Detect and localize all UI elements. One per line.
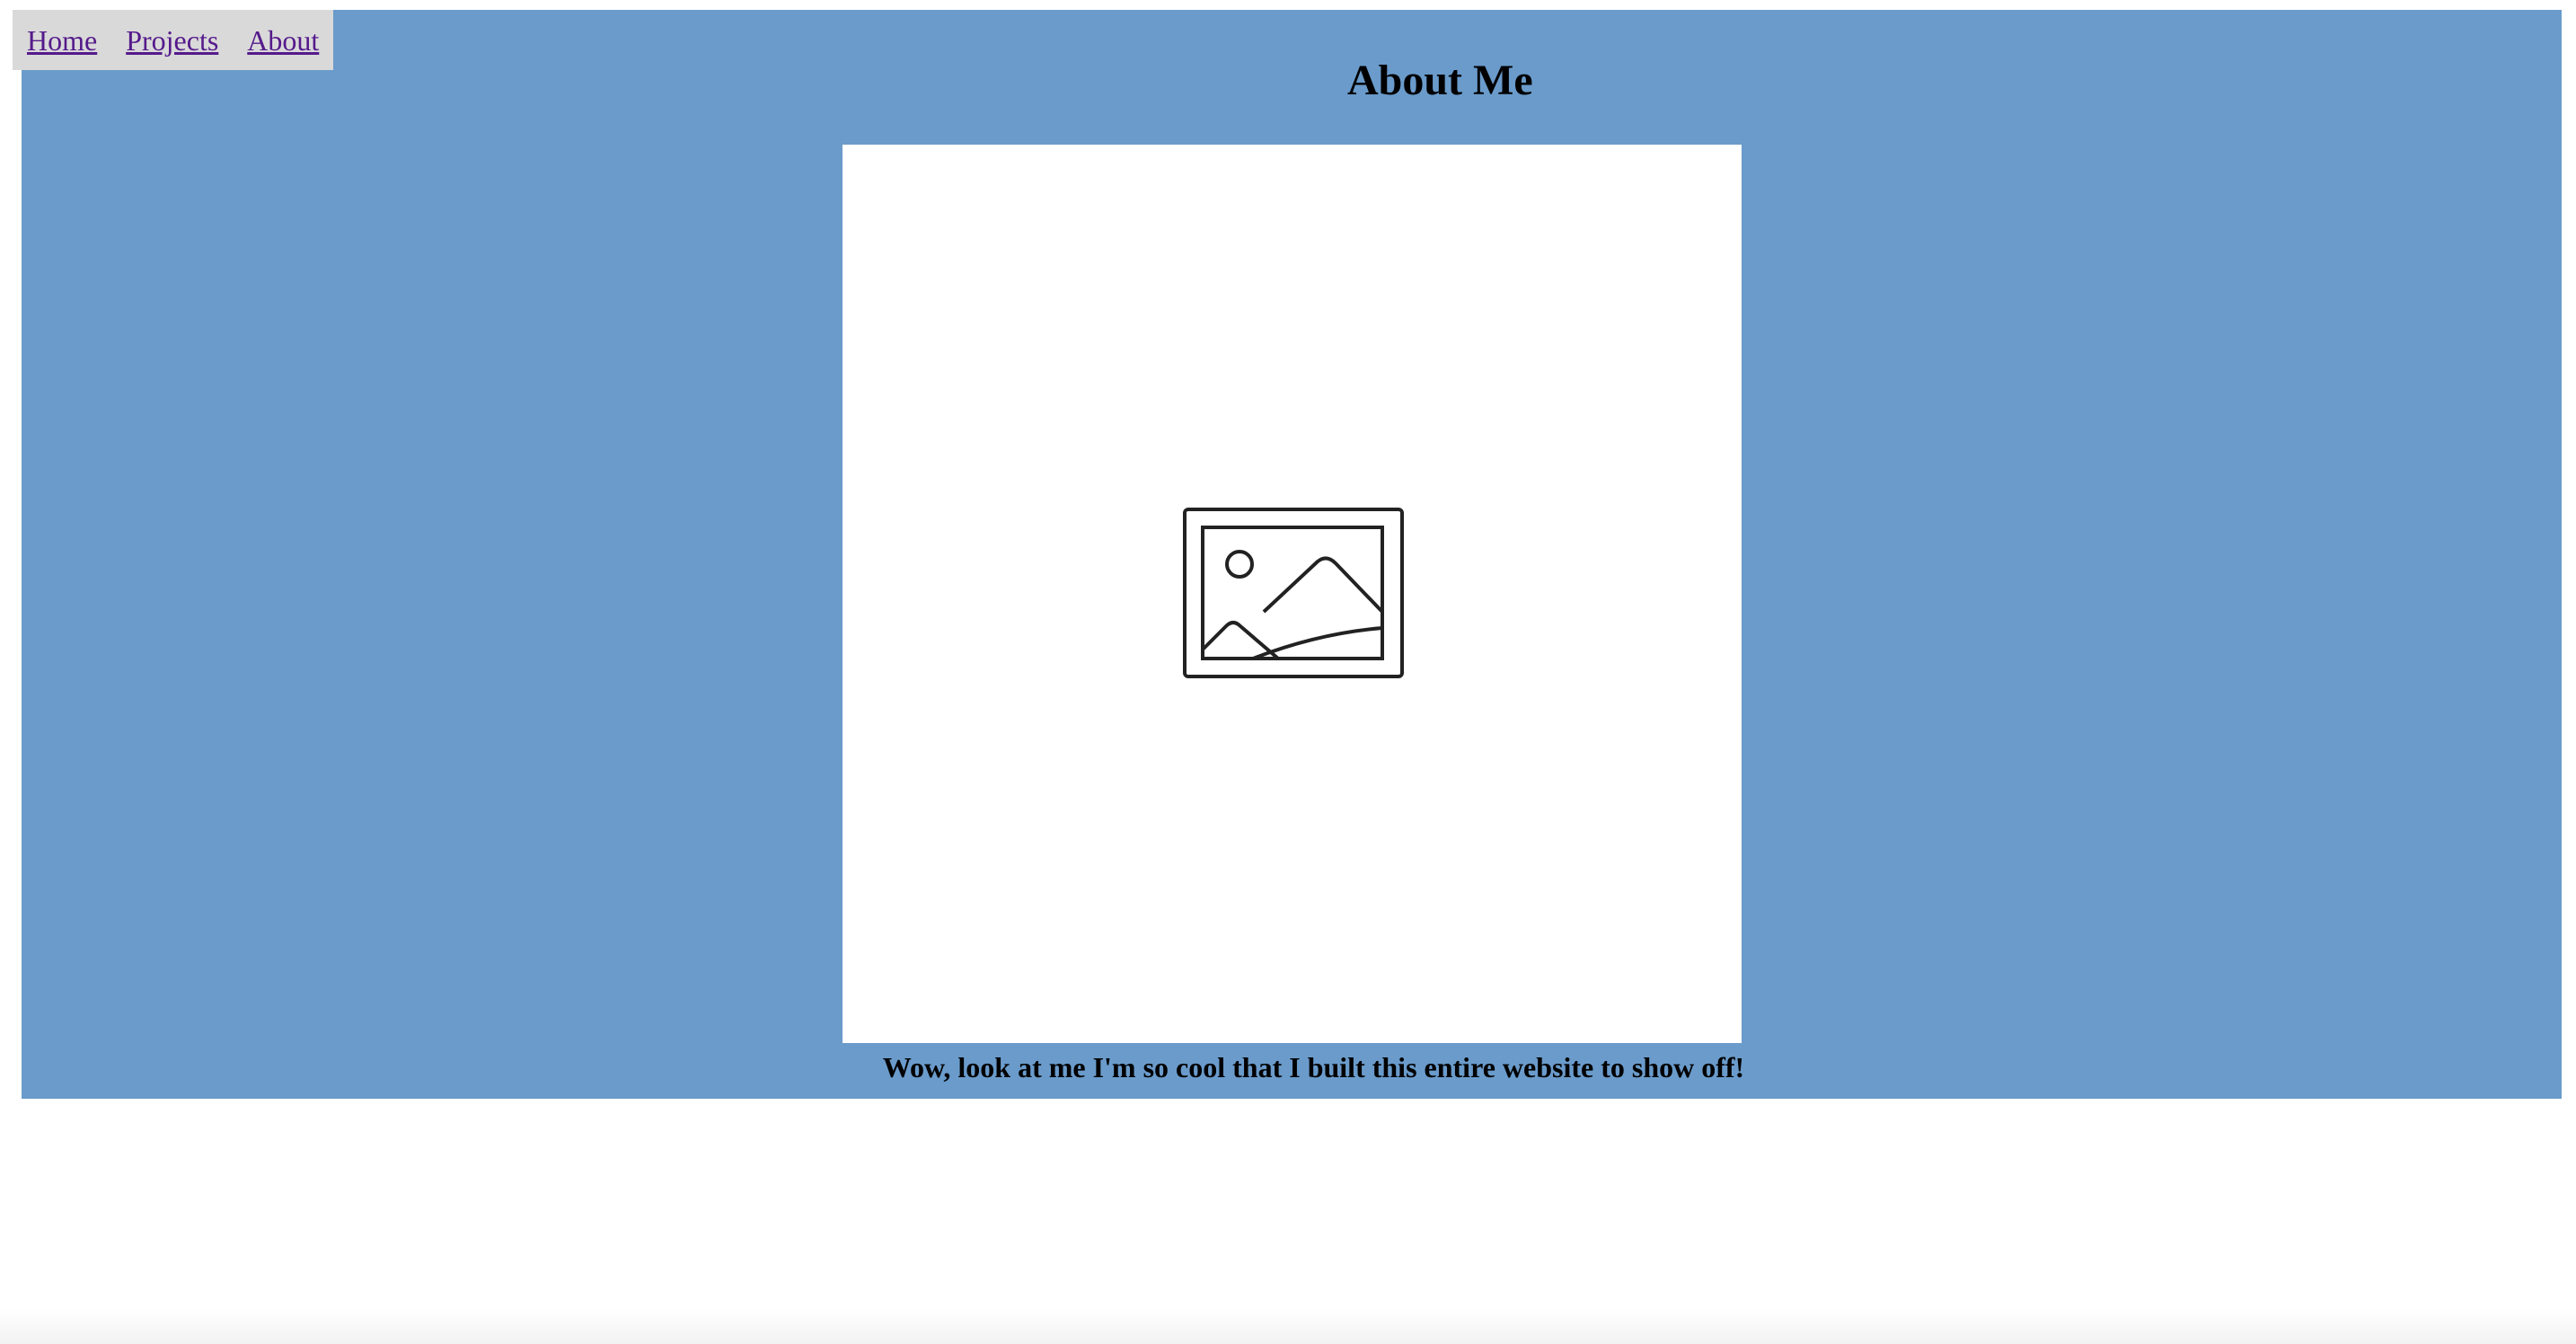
image-placeholder-icon (1183, 508, 1404, 678)
page-title: About Me (1347, 57, 1533, 104)
profile-photo (842, 145, 1742, 1043)
bottom-edge-shadow (0, 1308, 2576, 1344)
nav-link-projects[interactable]: Projects (126, 26, 218, 55)
caption-text: Wow, look at me I'm so cool that I built… (882, 1051, 1745, 1083)
nav-link-about[interactable]: About (247, 26, 319, 55)
top-nav: Home Projects About (13, 10, 333, 70)
nav-link-home[interactable]: Home (27, 26, 97, 55)
page: Home Projects About About Me Wow, look a… (0, 0, 2576, 1344)
